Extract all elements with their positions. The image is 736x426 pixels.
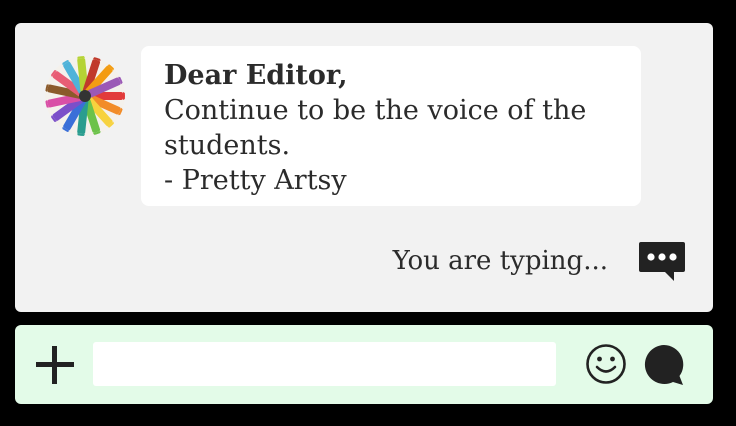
- composer-bar: [15, 325, 713, 404]
- speech-bubble-ellipsis-icon: [639, 242, 685, 281]
- avatar: [45, 56, 125, 136]
- emoji-button[interactable]: [585, 343, 627, 385]
- typing-indicator: You are typing...: [393, 239, 686, 283]
- conversation-panel: Dear Editor, Continue to be the voice of…: [15, 23, 713, 312]
- send-button[interactable]: [642, 343, 686, 387]
- typing-status-text: You are typing...: [392, 246, 608, 276]
- plus-icon: [36, 346, 74, 384]
- message-body: Continue to be the voice of the students…: [164, 95, 587, 161]
- message-greeting: Dear Editor,: [164, 60, 348, 91]
- speech-bubble-icon: [644, 345, 684, 385]
- message-signature: - Pretty Artsy: [164, 165, 347, 196]
- add-attachment-button[interactable]: [34, 344, 76, 386]
- message-input[interactable]: [93, 342, 556, 386]
- chat-window: Dear Editor, Continue to be the voice of…: [0, 0, 736, 426]
- crayons-avatar-image: [45, 56, 125, 136]
- smiley-icon: [586, 344, 626, 384]
- message-bubble: Dear Editor, Continue to be the voice of…: [141, 46, 641, 206]
